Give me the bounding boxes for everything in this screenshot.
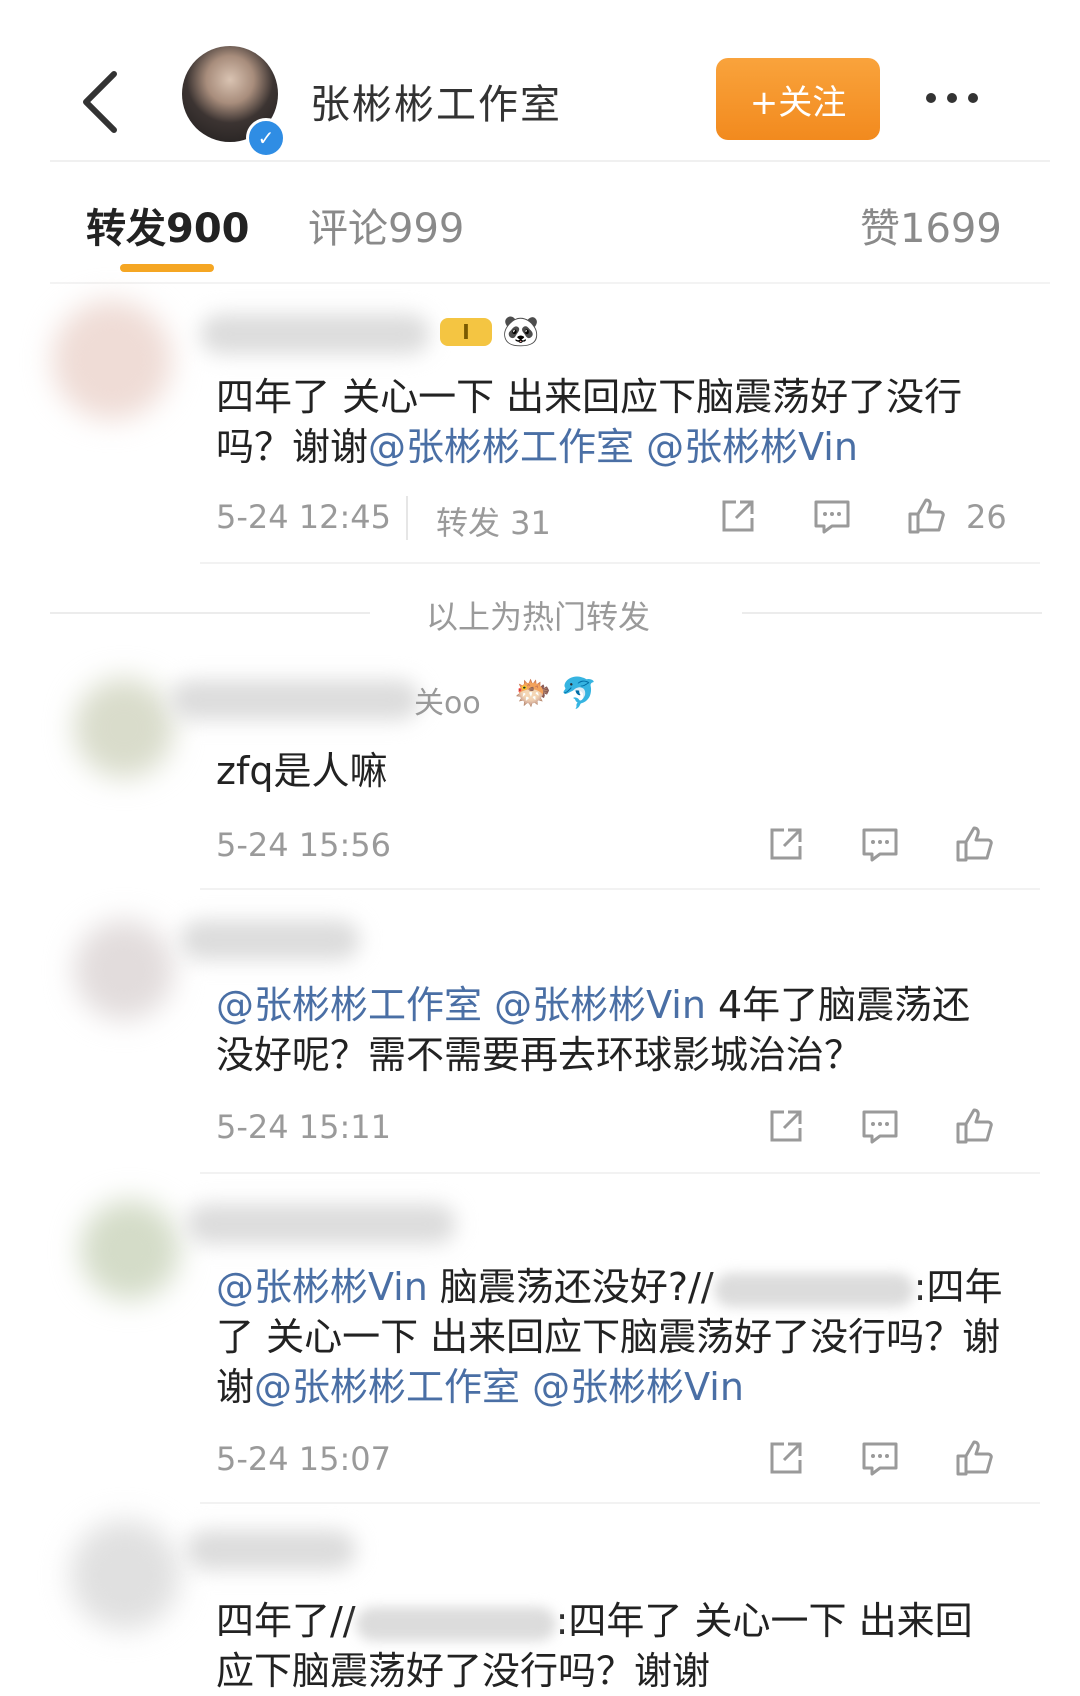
like-icon[interactable] — [952, 1104, 996, 1148]
comment-icon[interactable] — [810, 494, 854, 538]
username-fragment[interactable]: 关oo — [414, 678, 481, 722]
username-redacted[interactable] — [186, 1204, 456, 1244]
like-icon[interactable] — [904, 494, 948, 538]
row-divider — [200, 1172, 1040, 1174]
account-name[interactable]: 张彬彬工作室 — [310, 72, 562, 130]
tab-likes[interactable]: 赞1699 — [860, 196, 1002, 254]
row-divider — [200, 562, 1040, 564]
row-divider — [200, 888, 1040, 890]
comment-text: @张彬彬Vin 脑震荡还没好?//:四年了 关心一下 出来回应下脑震荡好了没行吗… — [216, 1265, 1003, 1409]
mention-link[interactable]: @张彬彬Vin — [494, 983, 706, 1027]
like-icon[interactable] — [952, 1436, 996, 1480]
mention-link[interactable]: @张彬彬工作室 — [216, 983, 482, 1027]
username-redacted[interactable] — [180, 920, 360, 960]
follow-button[interactable]: +关注 — [716, 58, 880, 140]
redacted-username — [355, 1606, 556, 1641]
fish-badge-icon: 🐡 — [514, 676, 552, 711]
tab-reposts[interactable]: 转发900 — [86, 196, 250, 254]
comment-text: 四年了 关心一下 出来回应下脑震荡好了没行吗？谢谢@张彬彬工作室 @张彬彬Vin — [216, 375, 963, 469]
share-icon[interactable] — [764, 822, 808, 866]
like-icon[interactable] — [952, 822, 996, 866]
share-icon[interactable] — [764, 1104, 808, 1148]
avatar[interactable] — [80, 1200, 180, 1300]
header-divider — [50, 160, 1050, 162]
avatar[interactable] — [52, 300, 172, 420]
mention-link[interactable]: @张彬彬Vin — [646, 425, 858, 469]
back-arrow-icon — [83, 71, 117, 133]
redacted-username — [713, 1272, 914, 1307]
comment-time: 5-24 15:11 — [216, 1108, 392, 1146]
repost-count[interactable]: 转发 31 — [436, 498, 551, 544]
active-tab-indicator — [120, 264, 214, 272]
mention-link[interactable]: @张彬彬工作室 — [254, 1365, 520, 1409]
back-button[interactable] — [70, 62, 130, 142]
comment-text: 四年了//:四年了 关心一下 出来回应下脑震荡好了没行吗？谢谢 — [216, 1599, 973, 1693]
comment-icon[interactable] — [858, 1436, 902, 1480]
share-icon[interactable] — [716, 494, 760, 538]
avatar[interactable] — [70, 1520, 180, 1630]
meta-divider — [406, 496, 408, 540]
tabs-divider — [50, 282, 1050, 284]
comment-icon[interactable] — [858, 822, 902, 866]
comment-text: @张彬彬工作室 @张彬彬Vin 4年了脑震荡还没好呢？需不需要再去环球影城治治？ — [216, 983, 971, 1077]
tab-comments[interactable]: 评论999 — [308, 196, 464, 254]
mention-link[interactable]: @张彬彬Vin — [532, 1365, 744, 1409]
dolphin-badge-icon: 🐬 — [560, 676, 598, 711]
hot-reposts-separator: 以上为热门转发 — [426, 598, 651, 636]
username-redacted[interactable] — [186, 1530, 356, 1570]
mention-link[interactable]: @张彬彬工作室 — [368, 425, 634, 469]
avatar[interactable] — [74, 678, 174, 778]
separator-line — [50, 612, 370, 614]
level-badge: I — [440, 318, 492, 346]
more-dots-icon[interactable] — [926, 80, 996, 116]
like-count: 26 — [966, 498, 1007, 536]
comment-time: 5-24 12:45 — [216, 498, 392, 536]
share-icon[interactable] — [764, 1436, 808, 1480]
username-redacted[interactable] — [170, 680, 420, 720]
mention-link[interactable]: @张彬彬Vin — [216, 1265, 428, 1309]
separator-line — [742, 612, 1042, 614]
avatar[interactable] — [74, 920, 174, 1020]
comment-icon[interactable] — [858, 1104, 902, 1148]
comment-time: 5-24 15:56 — [216, 826, 392, 864]
row-divider — [200, 1502, 1040, 1504]
verified-badge-icon: ✓ — [246, 118, 286, 158]
comment-time: 5-24 15:07 — [216, 1440, 392, 1478]
panda-badge-icon: 🐼 — [502, 314, 540, 349]
comment-text: zfq是人嘛 — [216, 749, 388, 793]
username-redacted[interactable] — [200, 314, 430, 354]
